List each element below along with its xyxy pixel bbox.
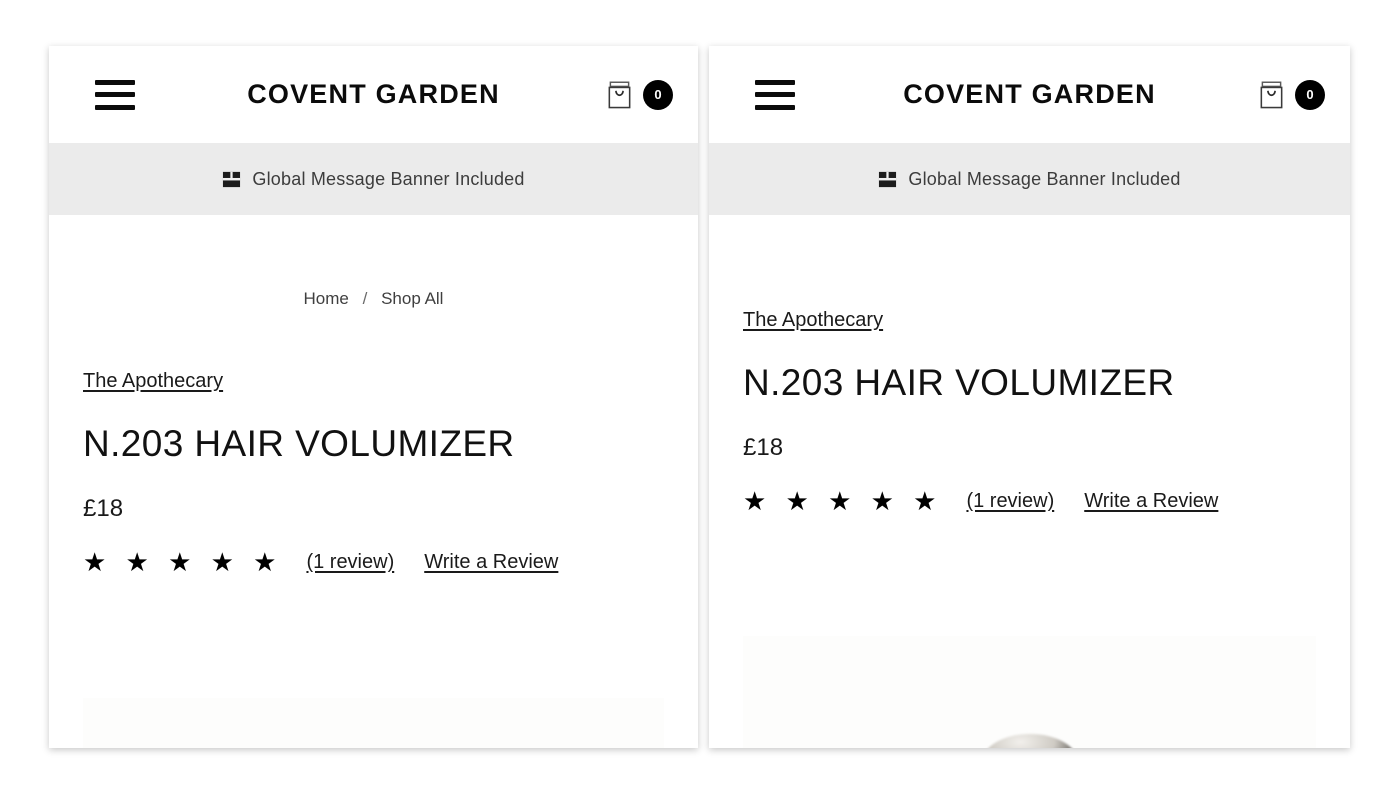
product-info-left: The Apothecary N.203 HAIR VOLUMIZER £18 … bbox=[49, 309, 698, 575]
global-message-banner: Global Message Banner Included bbox=[49, 143, 698, 215]
product-title: N.203 HAIR VOLUMIZER bbox=[83, 423, 515, 464]
site-header: COVENT GARDEN 0 bbox=[709, 46, 1350, 143]
banner-text: Global Message Banner Included bbox=[908, 168, 1181, 189]
hamburger-menu-icon[interactable] bbox=[755, 79, 795, 110]
cart-button[interactable]: 0 bbox=[1259, 79, 1325, 110]
global-message-banner: Global Message Banner Included bbox=[709, 143, 1350, 215]
panel-body-right: The Apothecary N.203 HAIR VOLUMIZER £18 … bbox=[709, 215, 1350, 748]
breadcrumb: Home / Shop All bbox=[49, 215, 698, 309]
product-vendor-link[interactable]: The Apothecary bbox=[743, 309, 883, 332]
write-review-link[interactable]: Write a Review bbox=[1084, 490, 1218, 513]
hamburger-bar-3 bbox=[95, 104, 135, 110]
brand-logo[interactable]: COVENT GARDEN bbox=[49, 79, 698, 110]
write-review-link[interactable]: Write a Review bbox=[424, 551, 558, 574]
product-vendor-link[interactable]: The Apothecary bbox=[83, 370, 223, 393]
hamburger-bar-3 bbox=[755, 104, 795, 110]
hamburger-bar-2 bbox=[95, 92, 135, 97]
hamburger-bar-1 bbox=[755, 79, 795, 85]
hamburger-bar-2 bbox=[755, 92, 795, 97]
review-count-link[interactable]: (1 review) bbox=[966, 490, 1054, 513]
review-count-link[interactable]: (1 review) bbox=[306, 551, 394, 574]
product-title: N.203 HAIR VOLUMIZER bbox=[743, 362, 1175, 403]
cart-button[interactable]: 0 bbox=[607, 79, 673, 110]
product-image-peek bbox=[981, 734, 1078, 748]
shopping-jar-icon bbox=[608, 81, 631, 108]
product-rating-row: ★ ★ ★ ★ ★ (1 review) Write a Review bbox=[743, 488, 1316, 514]
screenshot-stage: COVENT GARDEN 0 Global Message Banner In… bbox=[0, 0, 1400, 800]
breadcrumb-home[interactable]: Home bbox=[304, 289, 349, 308]
product-price: £18 bbox=[83, 495, 124, 523]
cart-count-badge: 0 bbox=[1295, 79, 1325, 110]
breadcrumb-current[interactable]: Shop All bbox=[381, 289, 443, 308]
star-rating-icons[interactable]: ★ ★ ★ ★ ★ bbox=[83, 549, 282, 575]
cart-count-badge: 0 bbox=[643, 79, 673, 110]
hamburger-menu-icon[interactable] bbox=[95, 79, 135, 110]
product-rating-row: ★ ★ ★ ★ ★ (1 review) Write a Review bbox=[83, 549, 664, 575]
site-header: COVENT GARDEN 0 bbox=[49, 46, 698, 143]
mobile-preview-panel-right: COVENT GARDEN 0 Global Message Banner In… bbox=[709, 46, 1350, 748]
star-rating-icons[interactable]: ★ ★ ★ ★ ★ bbox=[743, 488, 942, 514]
banner-text: Global Message Banner Included bbox=[252, 168, 525, 189]
brand-logo[interactable]: COVENT GARDEN bbox=[709, 79, 1350, 110]
panel-body-left: Home / Shop All The Apothecary N.203 HAI… bbox=[49, 215, 698, 748]
package-box-icon bbox=[879, 171, 897, 187]
product-info-right: The Apothecary N.203 HAIR VOLUMIZER £18 … bbox=[709, 215, 1350, 514]
product-media-placeholder bbox=[743, 636, 1316, 748]
mobile-preview-panel-left: COVENT GARDEN 0 Global Message Banner In… bbox=[49, 46, 698, 748]
package-box-icon bbox=[223, 171, 241, 187]
product-price: £18 bbox=[743, 434, 784, 462]
breadcrumb-separator: / bbox=[362, 289, 368, 308]
product-media-placeholder bbox=[83, 698, 664, 748]
shopping-jar-icon bbox=[1260, 81, 1283, 108]
hamburger-bar-1 bbox=[95, 79, 135, 85]
